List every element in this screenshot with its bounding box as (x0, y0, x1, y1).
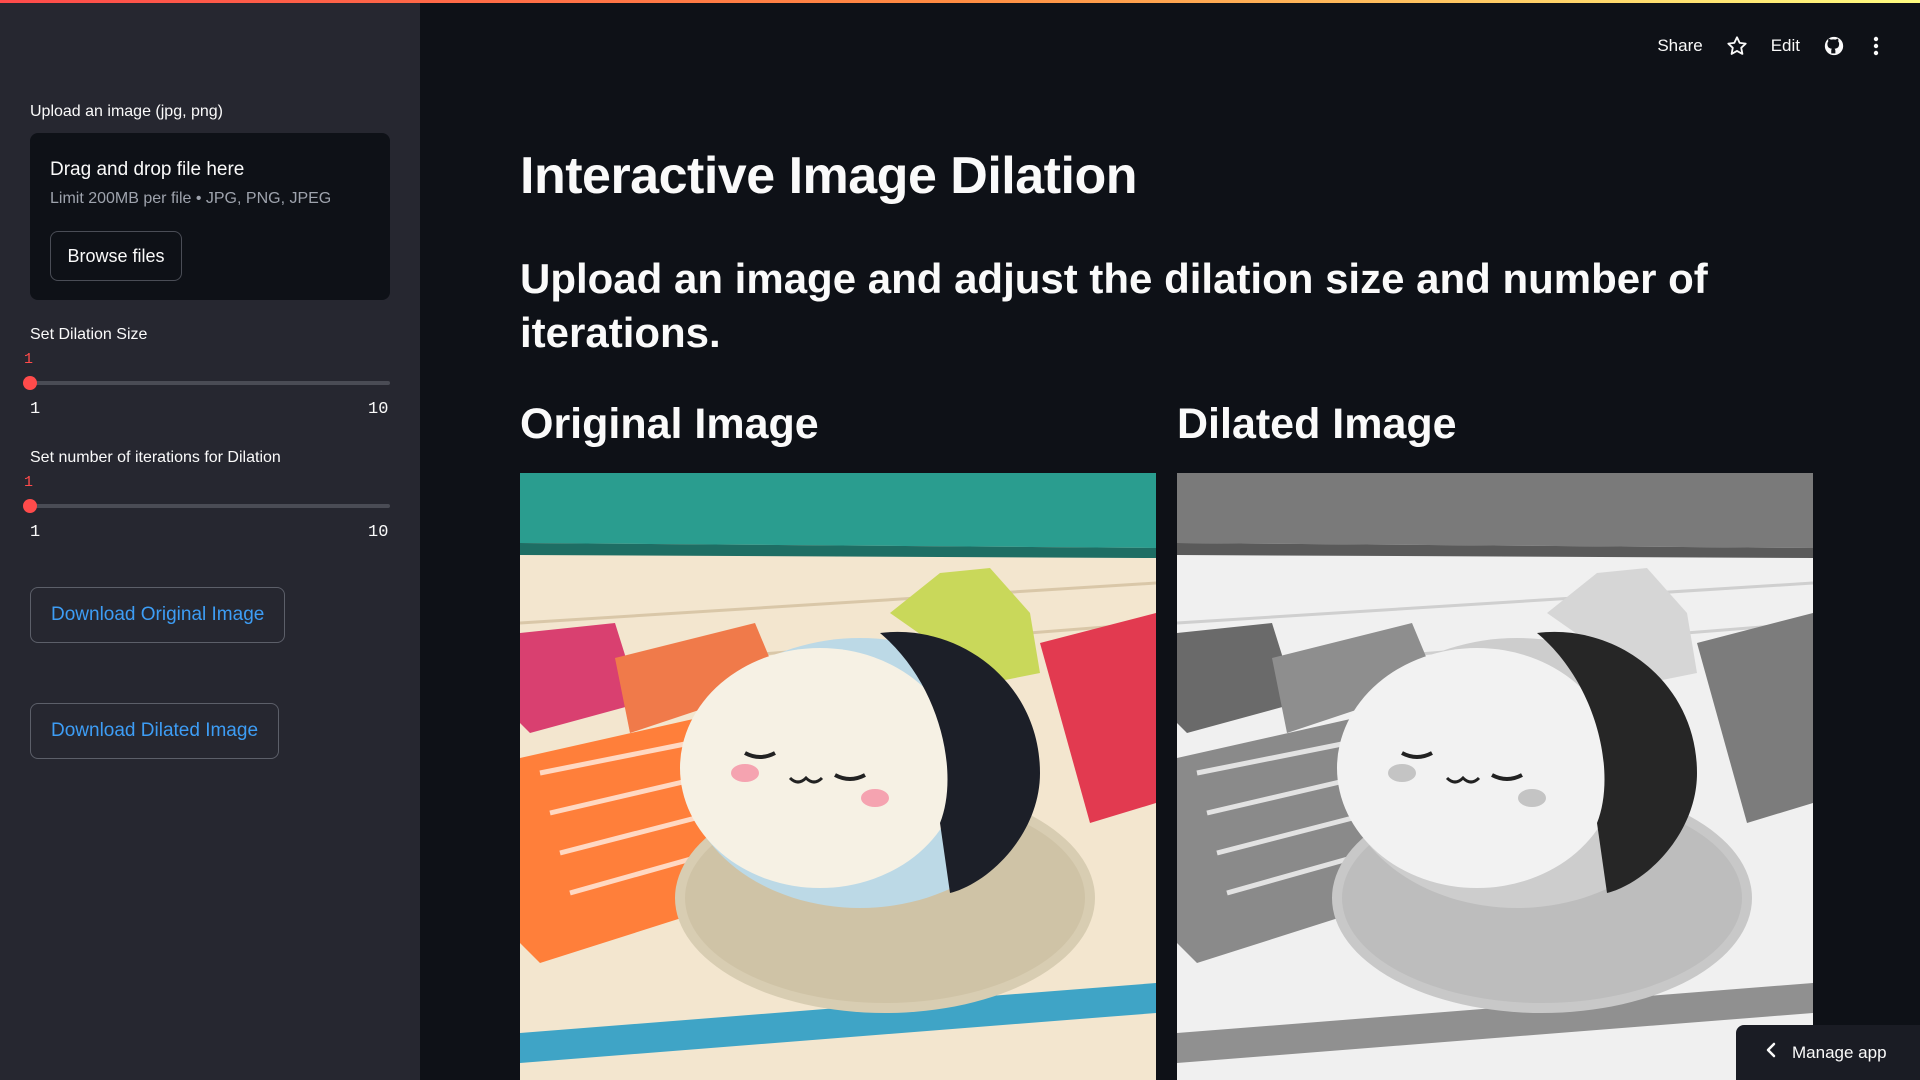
top-decoration-bar (0, 0, 1920, 3)
iterations-track[interactable] (30, 504, 390, 508)
browse-files-button[interactable]: Browse files (50, 231, 182, 281)
dilation-size-min: 1 (30, 400, 41, 419)
dilated-image-heading: Dilated Image (1177, 400, 1457, 448)
dilation-size-value: 1 (24, 351, 34, 368)
upload-label: Upload an image (jpg, png) (30, 103, 224, 120)
more-vert-icon[interactable] (1868, 36, 1884, 56)
dropzone-title: Drag and drop file here (50, 159, 245, 180)
dilation-size-thumb[interactable] (23, 376, 37, 390)
iterations-max: 10 (368, 523, 389, 542)
file-dropzone[interactable]: Drag and drop file here Limit 200MB per … (30, 133, 390, 300)
header-toolbar: Share Edit (1657, 34, 1884, 58)
chevron-left-icon (1766, 1042, 1776, 1063)
dilation-size-label: Set Dilation Size (30, 326, 148, 343)
dropzone-limit: Limit 200MB per file • JPG, PNG, JPEG (50, 190, 332, 207)
dilation-size-max: 10 (368, 400, 389, 419)
iterations-min: 1 (30, 523, 41, 542)
share-button[interactable]: Share (1657, 36, 1702, 56)
dilation-size-track[interactable] (30, 381, 390, 385)
manage-app-label: Manage app (1792, 1042, 1887, 1062)
download-original-button[interactable]: Download Original Image (30, 587, 286, 643)
star-icon[interactable] (1725, 35, 1749, 57)
download-dilated-button[interactable]: Download Dilated Image (30, 703, 280, 759)
iterations-thumb[interactable] (23, 499, 37, 513)
page-subtitle: Upload an image and adjust the dilation … (520, 255, 1708, 356)
manage-app-button[interactable]: Manage app (1736, 1025, 1920, 1080)
original-image-heading: Original Image (520, 400, 819, 448)
sidebar: Upload an image (jpg, png) Drag and drop… (0, 0, 420, 1080)
page-title: Interactive Image Dilation (520, 147, 1137, 205)
github-icon[interactable] (1822, 35, 1846, 57)
iterations-value: 1 (24, 474, 34, 491)
edit-button[interactable]: Edit (1771, 36, 1800, 56)
iterations-label: Set number of iterations for Dilation (30, 449, 281, 466)
dilated-image (1177, 473, 1813, 1080)
main-content: Share Edit Interactive Image Dilation Up… (420, 0, 1920, 1080)
original-image (520, 473, 1156, 1080)
